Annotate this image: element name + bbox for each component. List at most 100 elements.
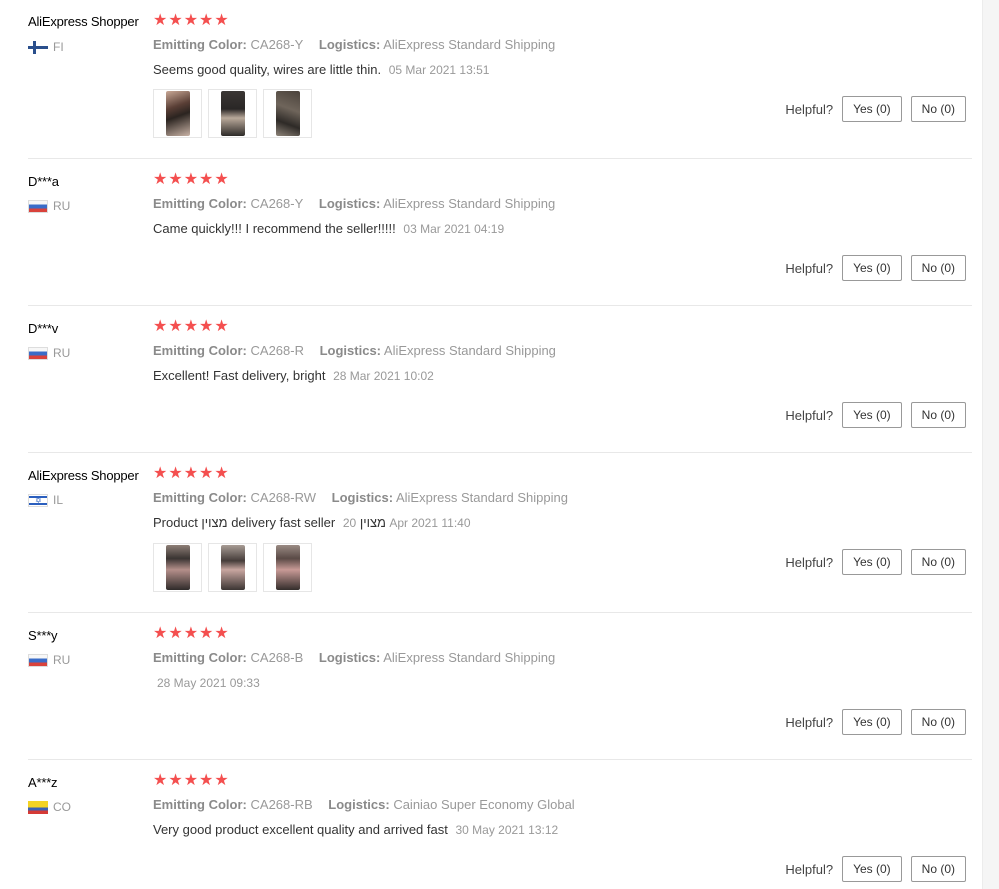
review-attributes: Emitting Color: CA268-RW Logistics: AliE… [153, 490, 580, 505]
review-item: S***y RU ★★★★★ Emitting Color: CA268-B L… [28, 613, 972, 760]
helpful-label: Helpful? [785, 407, 834, 423]
reviewer-name: AliExpress Shopper [28, 14, 139, 29]
emitting-color-label: Emitting Color: [153, 196, 247, 211]
emitting-color-value: CA268-RB [250, 797, 313, 812]
photo-image [165, 545, 190, 590]
review-comment-line: 28 May 2021 09:33 [153, 675, 260, 690]
review-attributes: Emitting Color: CA268-RB Logistics: Cain… [153, 797, 587, 812]
logistics-label: Logistics: [318, 37, 381, 52]
review-date: 28 Mar 2021 10:02 [333, 369, 434, 383]
helpful-no-button[interactable]: No (0) [910, 709, 966, 735]
helpful-no-button[interactable]: No (0) [910, 856, 966, 882]
star-rating: ★★★★★ [153, 625, 230, 642]
review-attributes: Emitting Color: CA268-Y Logistics: AliEx… [153, 196, 567, 211]
review-text: Excellent! Fast delivery, bright [153, 368, 326, 383]
logistics-label: Logistics: [319, 343, 382, 358]
logistics-value: AliExpress Standard Shipping [383, 650, 556, 665]
star-rating: ★★★★★ [153, 12, 230, 29]
logistics-value: AliExpress Standard Shipping [383, 196, 556, 211]
reviewer-country: RU [28, 653, 70, 667]
review-item: AliExpress Shopper IL ★★★★★ Emitting Col… [28, 453, 972, 613]
emitting-color-value: CA268-Y [250, 196, 304, 211]
emitting-color-label: Emitting Color: [153, 343, 247, 358]
reviewer-name: A***z [28, 775, 58, 790]
country-code: RU [53, 199, 71, 213]
helpful-no-button[interactable]: No (0) [910, 402, 966, 428]
country-code: CO [53, 800, 71, 814]
helpful-yes-button[interactable]: Yes (0) [842, 255, 902, 281]
helpful-no-button[interactable]: No (0) [910, 96, 966, 122]
reviewer-country: RU [28, 199, 70, 213]
country-code: RU [53, 653, 71, 667]
star-rating: ★★★★★ [153, 772, 230, 789]
review-photo-thumbnail[interactable] [263, 543, 312, 592]
review-attributes: Emitting Color: CA268-B Logistics: AliEx… [153, 650, 567, 665]
review-item: D***a RU ★★★★★ Emitting Color: CA268-Y L… [28, 159, 972, 306]
logistics-value: Cainiao Super Economy Global [393, 797, 575, 812]
review-text: Seems good quality, wires are little thi… [153, 62, 382, 77]
review-date: 05 Mar 2021 13:51 [388, 63, 490, 77]
logistics-label: Logistics: [331, 490, 394, 505]
russia-flag-icon [28, 346, 48, 360]
review-photo-thumbnail[interactable] [153, 543, 202, 592]
star-rating: ★★★★★ [153, 465, 230, 482]
russia-flag-icon [28, 653, 48, 667]
review-comment-line: Excellent! Fast delivery, bright 28 Mar … [153, 368, 434, 383]
emitting-color-value: CA268-Y [250, 37, 304, 52]
review-date: 30 May 2021 13:12 [455, 823, 559, 837]
logistics-label: Logistics: [318, 650, 381, 665]
review-photos [153, 543, 312, 592]
emitting-color-label: Emitting Color: [153, 797, 247, 812]
helpful-label: Helpful? [785, 714, 834, 730]
page-scrollbar[interactable] [982, 0, 999, 889]
review-item: A***z CO ★★★★★ Emitting Color: CA268-RB … [28, 760, 972, 889]
helpful-yes-button[interactable]: Yes (0) [842, 856, 902, 882]
review-photo-thumbnail[interactable] [208, 89, 257, 138]
helpful-vote: Helpful? Yes (0) No (0) [785, 709, 966, 735]
helpful-no-button[interactable]: No (0) [910, 549, 966, 575]
review-photo-thumbnail[interactable] [263, 89, 312, 138]
photo-image [220, 545, 245, 590]
review-photo-thumbnail[interactable] [208, 543, 257, 592]
helpful-yes-button[interactable]: Yes (0) [842, 709, 902, 735]
review-photo-thumbnail[interactable] [153, 89, 202, 138]
review-comment-line: Very good product excellent quality and … [153, 822, 558, 837]
helpful-no-button[interactable]: No (0) [910, 255, 966, 281]
photo-image [275, 91, 300, 136]
review-item: AliExpress Shopper FI ★★★★★ Emitting Col… [28, 0, 972, 159]
helpful-vote: Helpful? Yes (0) No (0) [785, 402, 966, 428]
review-text: Came quickly!!! I recommend the seller!!… [153, 221, 396, 236]
reviewer-name: D***v [28, 321, 59, 336]
helpful-yes-button[interactable]: Yes (0) [842, 402, 902, 428]
helpful-yes-button[interactable]: Yes (0) [842, 96, 902, 122]
russia-flag-icon [28, 199, 48, 213]
review-list: AliExpress Shopper FI ★★★★★ Emitting Col… [0, 0, 982, 889]
helpful-vote: Helpful? Yes (0) No (0) [785, 255, 966, 281]
logistics-label: Logistics: [318, 196, 381, 211]
star-rating: ★★★★★ [153, 171, 230, 188]
emitting-color-value: CA268-B [250, 650, 304, 665]
photo-image [220, 91, 245, 136]
helpful-label: Helpful? [785, 101, 834, 117]
helpful-vote: Helpful? Yes (0) No (0) [785, 96, 966, 122]
review-photos [153, 89, 312, 138]
review-comment-line: Product מצוין delivery fast seller מצוין… [153, 515, 471, 530]
photo-image [275, 545, 300, 590]
reviewer-country: CO [28, 800, 71, 814]
finland-flag-icon [28, 40, 48, 54]
helpful-vote: Helpful? Yes (0) No (0) [785, 549, 966, 575]
logistics-value: AliExpress Standard Shipping [383, 37, 556, 52]
review-comment-line: Came quickly!!! I recommend the seller!!… [153, 221, 504, 236]
review-date: 28 May 2021 09:33 [157, 676, 260, 690]
emitting-color-value: CA268-R [250, 343, 304, 358]
helpful-label: Helpful? [785, 260, 834, 276]
photo-image [165, 91, 190, 136]
logistics-value: AliExpress Standard Shipping [395, 490, 568, 505]
review-text: Very good product excellent quality and … [153, 822, 448, 837]
logistics-value: AliExpress Standard Shipping [383, 343, 556, 358]
review-attributes: Emitting Color: CA268-Y Logistics: AliEx… [153, 37, 567, 52]
helpful-yes-button[interactable]: Yes (0) [842, 549, 902, 575]
logistics-label: Logistics: [328, 797, 390, 812]
israel-flag-icon [28, 493, 48, 507]
star-rating: ★★★★★ [153, 318, 230, 335]
